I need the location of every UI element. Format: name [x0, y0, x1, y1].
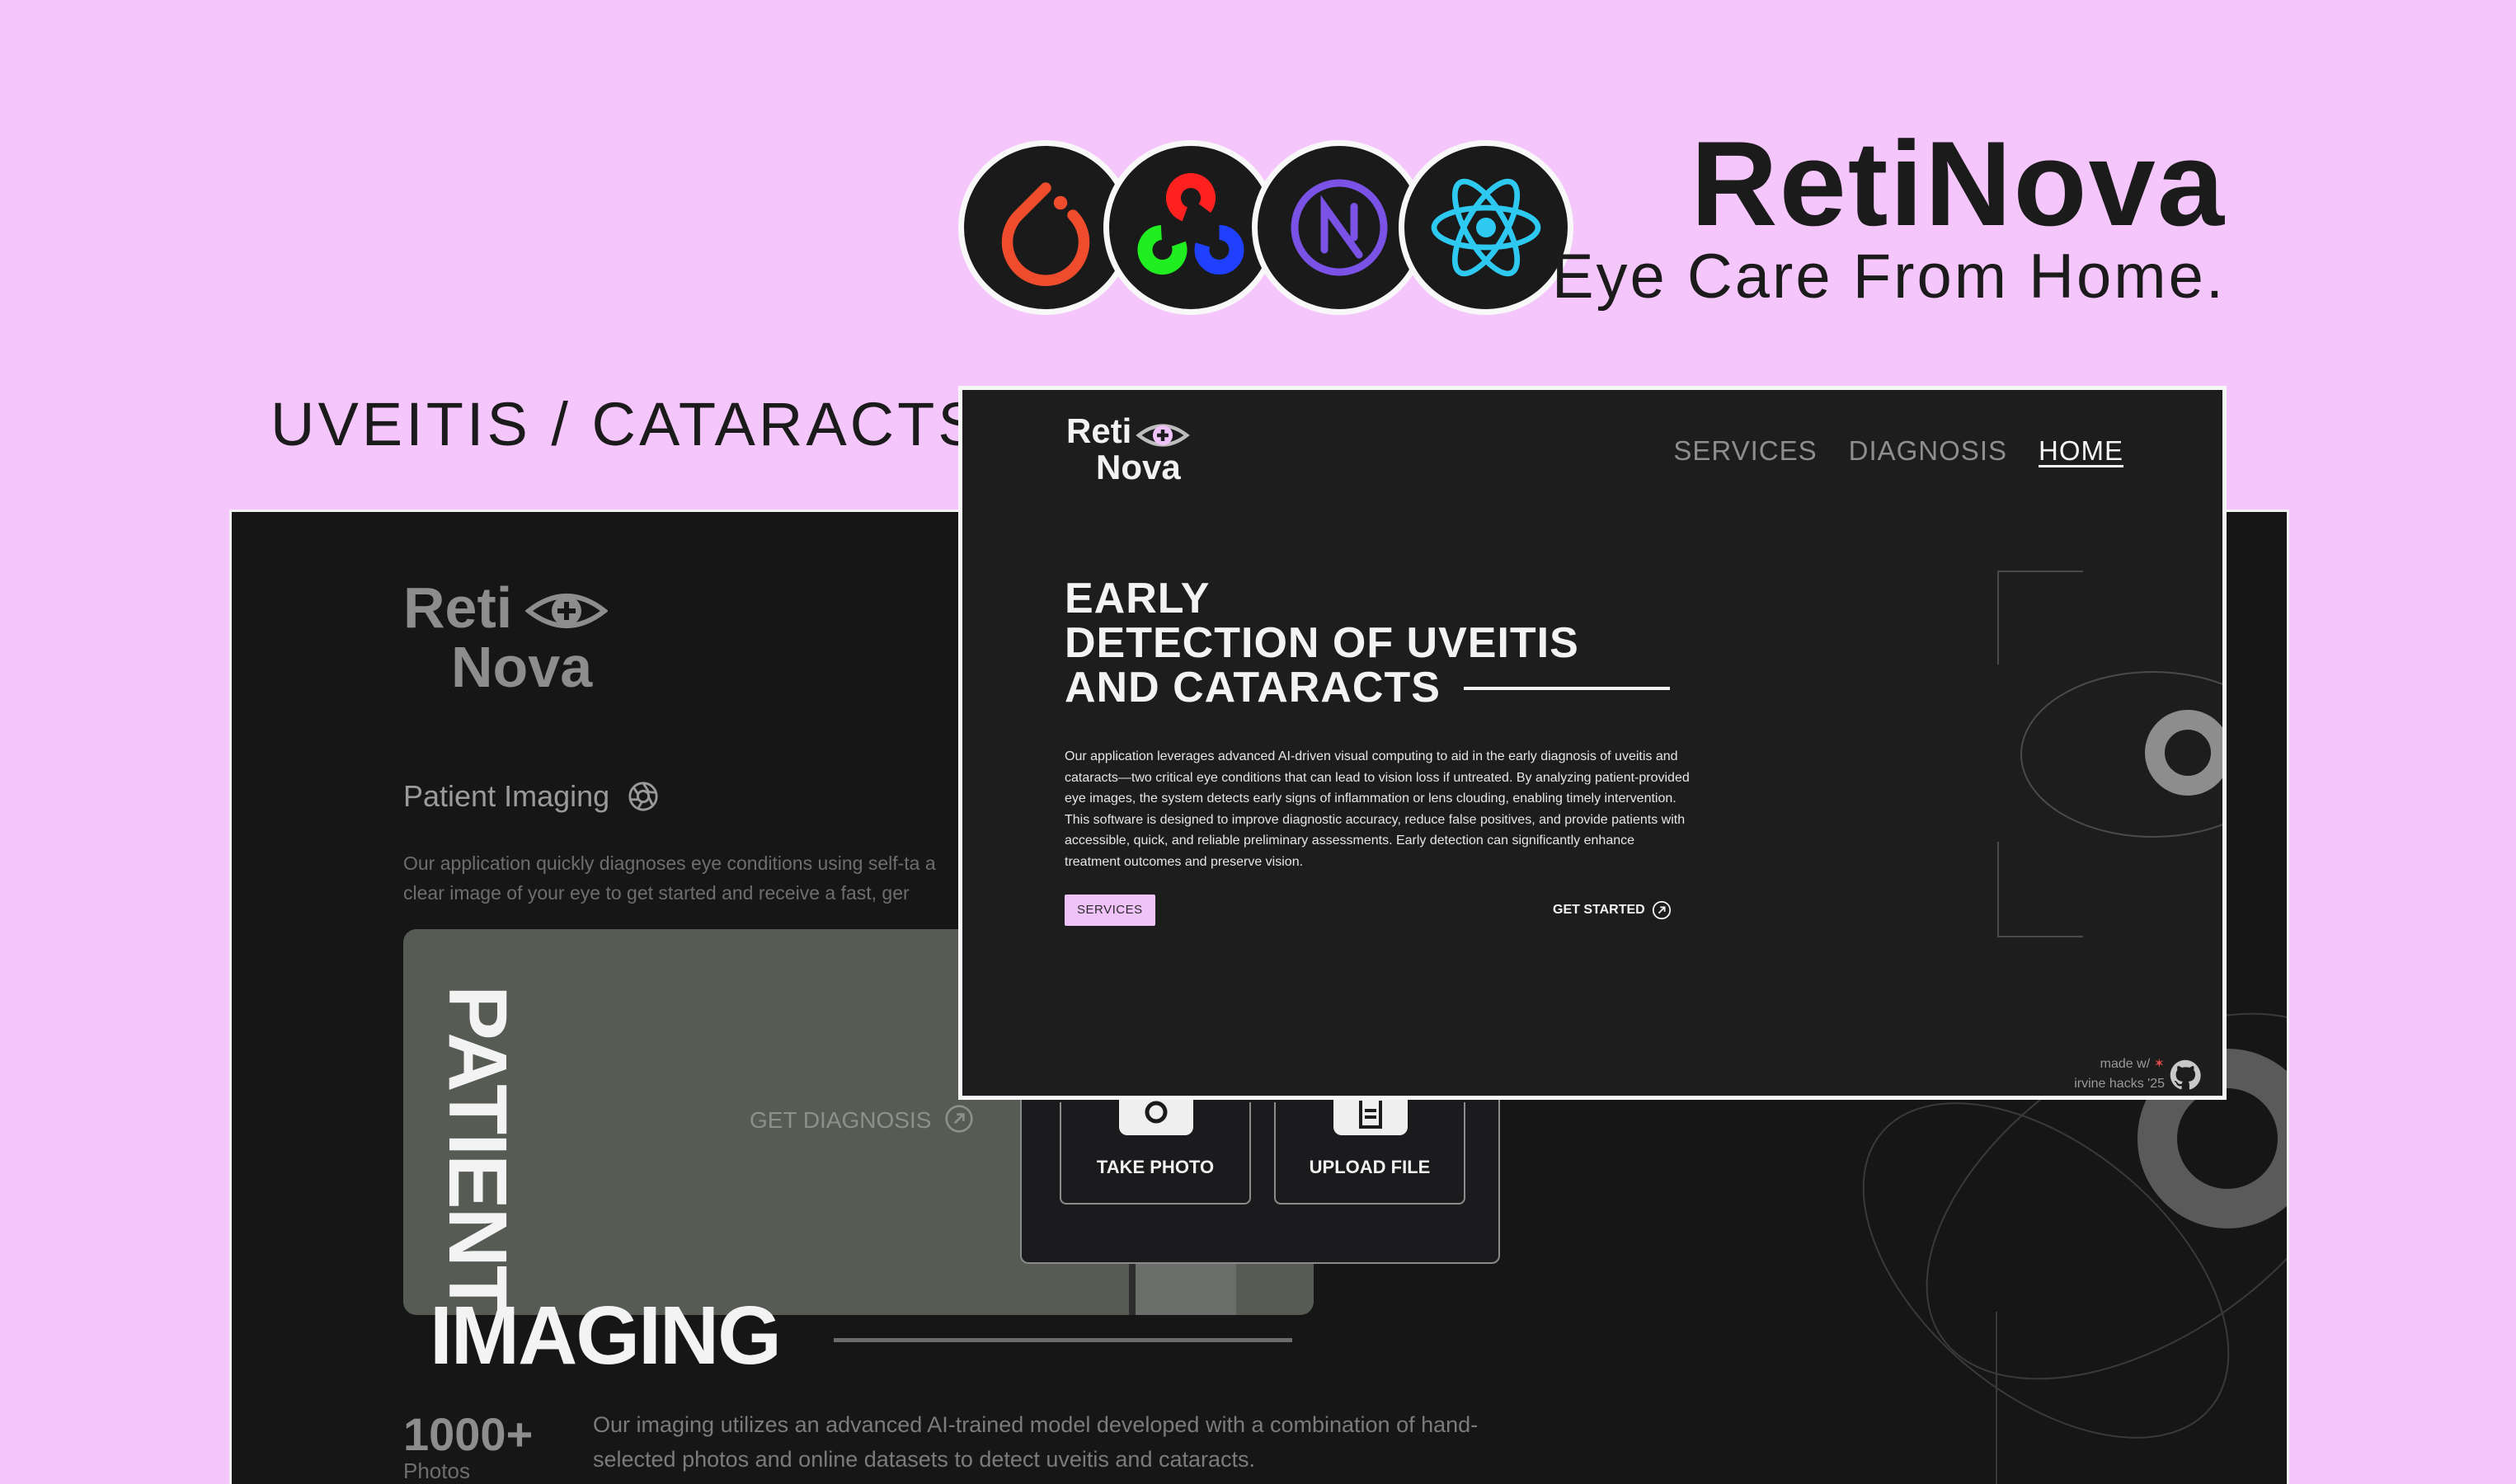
- footer-credit: made w/ ✶ irvine hacks '25: [2074, 1054, 2165, 1094]
- upload-panel: TAKE PHOTO UPLOAD FILE: [1020, 1082, 1500, 1264]
- brand-title: RetiNova: [1691, 116, 2226, 251]
- patient-vertical-title: PATIENT: [431, 985, 524, 1314]
- brand-tagline: Eye Care From Home.: [1551, 242, 2226, 312]
- github-icon[interactable]: [2170, 1059, 2201, 1091]
- camera-icon: [1119, 1094, 1193, 1135]
- hero-description: Our application leverages advanced AI-dr…: [1065, 749, 1690, 869]
- eye-logo-icon: [1136, 424, 1190, 447]
- section-title: UVEITIS / CATARACTS: [270, 390, 982, 458]
- tech-stack-logos: [958, 140, 1573, 315]
- title-underline: [834, 1338, 1292, 1342]
- irvine-hacks-icon: ✶: [2153, 1057, 2165, 1071]
- get-diagnosis-button[interactable]: GET DIAGNOSIS: [750, 1107, 931, 1134]
- footer-line-2: irvine hacks '25: [2074, 1077, 2165, 1091]
- nav-diagnosis[interactable]: DIAGNOSIS: [1849, 435, 2007, 467]
- upload-file-label: UPLOAD FILE: [1309, 1157, 1431, 1177]
- document-icon: [1333, 1094, 1408, 1135]
- nav-services[interactable]: SERVICES: [1673, 435, 1817, 467]
- imaging-title: IMAGING: [430, 1289, 782, 1382]
- nav-home[interactable]: HOME: [2039, 435, 2123, 467]
- home-page-screenshot: Reti Nova SERVICES DIAGNOSIS HOME EARLY …: [958, 386, 2227, 1100]
- get-started-button[interactable]: GET STARTED: [1553, 900, 1672, 920]
- logo-line-2: Nova: [1096, 448, 1181, 486]
- device-graphic: [1129, 1259, 1236, 1315]
- react-logo-icon: [1399, 140, 1573, 315]
- get-started-label: GET STARTED: [1553, 903, 1645, 917]
- take-photo-button[interactable]: TAKE PHOTO: [1060, 1094, 1251, 1205]
- photos-stat-label: Photos: [403, 1458, 470, 1483]
- take-photo-label: TAKE PHOTO: [1096, 1157, 1215, 1177]
- photos-stat-value: 1000+: [403, 1408, 534, 1460]
- services-button[interactable]: SERVICES: [1065, 895, 1155, 926]
- aperture-icon: [628, 782, 658, 811]
- main-nav: SERVICES DIAGNOSIS HOME: [1673, 435, 2123, 467]
- headline-line-1: EARLY: [1065, 575, 1211, 622]
- eye-logo-icon: [525, 594, 608, 628]
- eye-frame-line-art: [1997, 571, 2222, 937]
- patient-imaging-heading: Patient Imaging: [403, 779, 610, 813]
- imaging-model-description: Our imaging utilizes an advanced AI-trai…: [593, 1412, 1479, 1472]
- logo-line-2: Nova: [451, 635, 593, 699]
- arrow-up-right-icon: [1652, 900, 1671, 920]
- imaging-description: Our application quickly diagnoses eye co…: [403, 852, 936, 904]
- footer-line-1: made w/: [2100, 1057, 2151, 1071]
- arrow-up-right-icon: [945, 1105, 973, 1133]
- headline-accent-line: [1464, 687, 1670, 690]
- upload-file-button[interactable]: UPLOAD FILE: [1274, 1094, 1465, 1205]
- headline-line-2: DETECTION OF UVEITIS: [1065, 619, 1579, 667]
